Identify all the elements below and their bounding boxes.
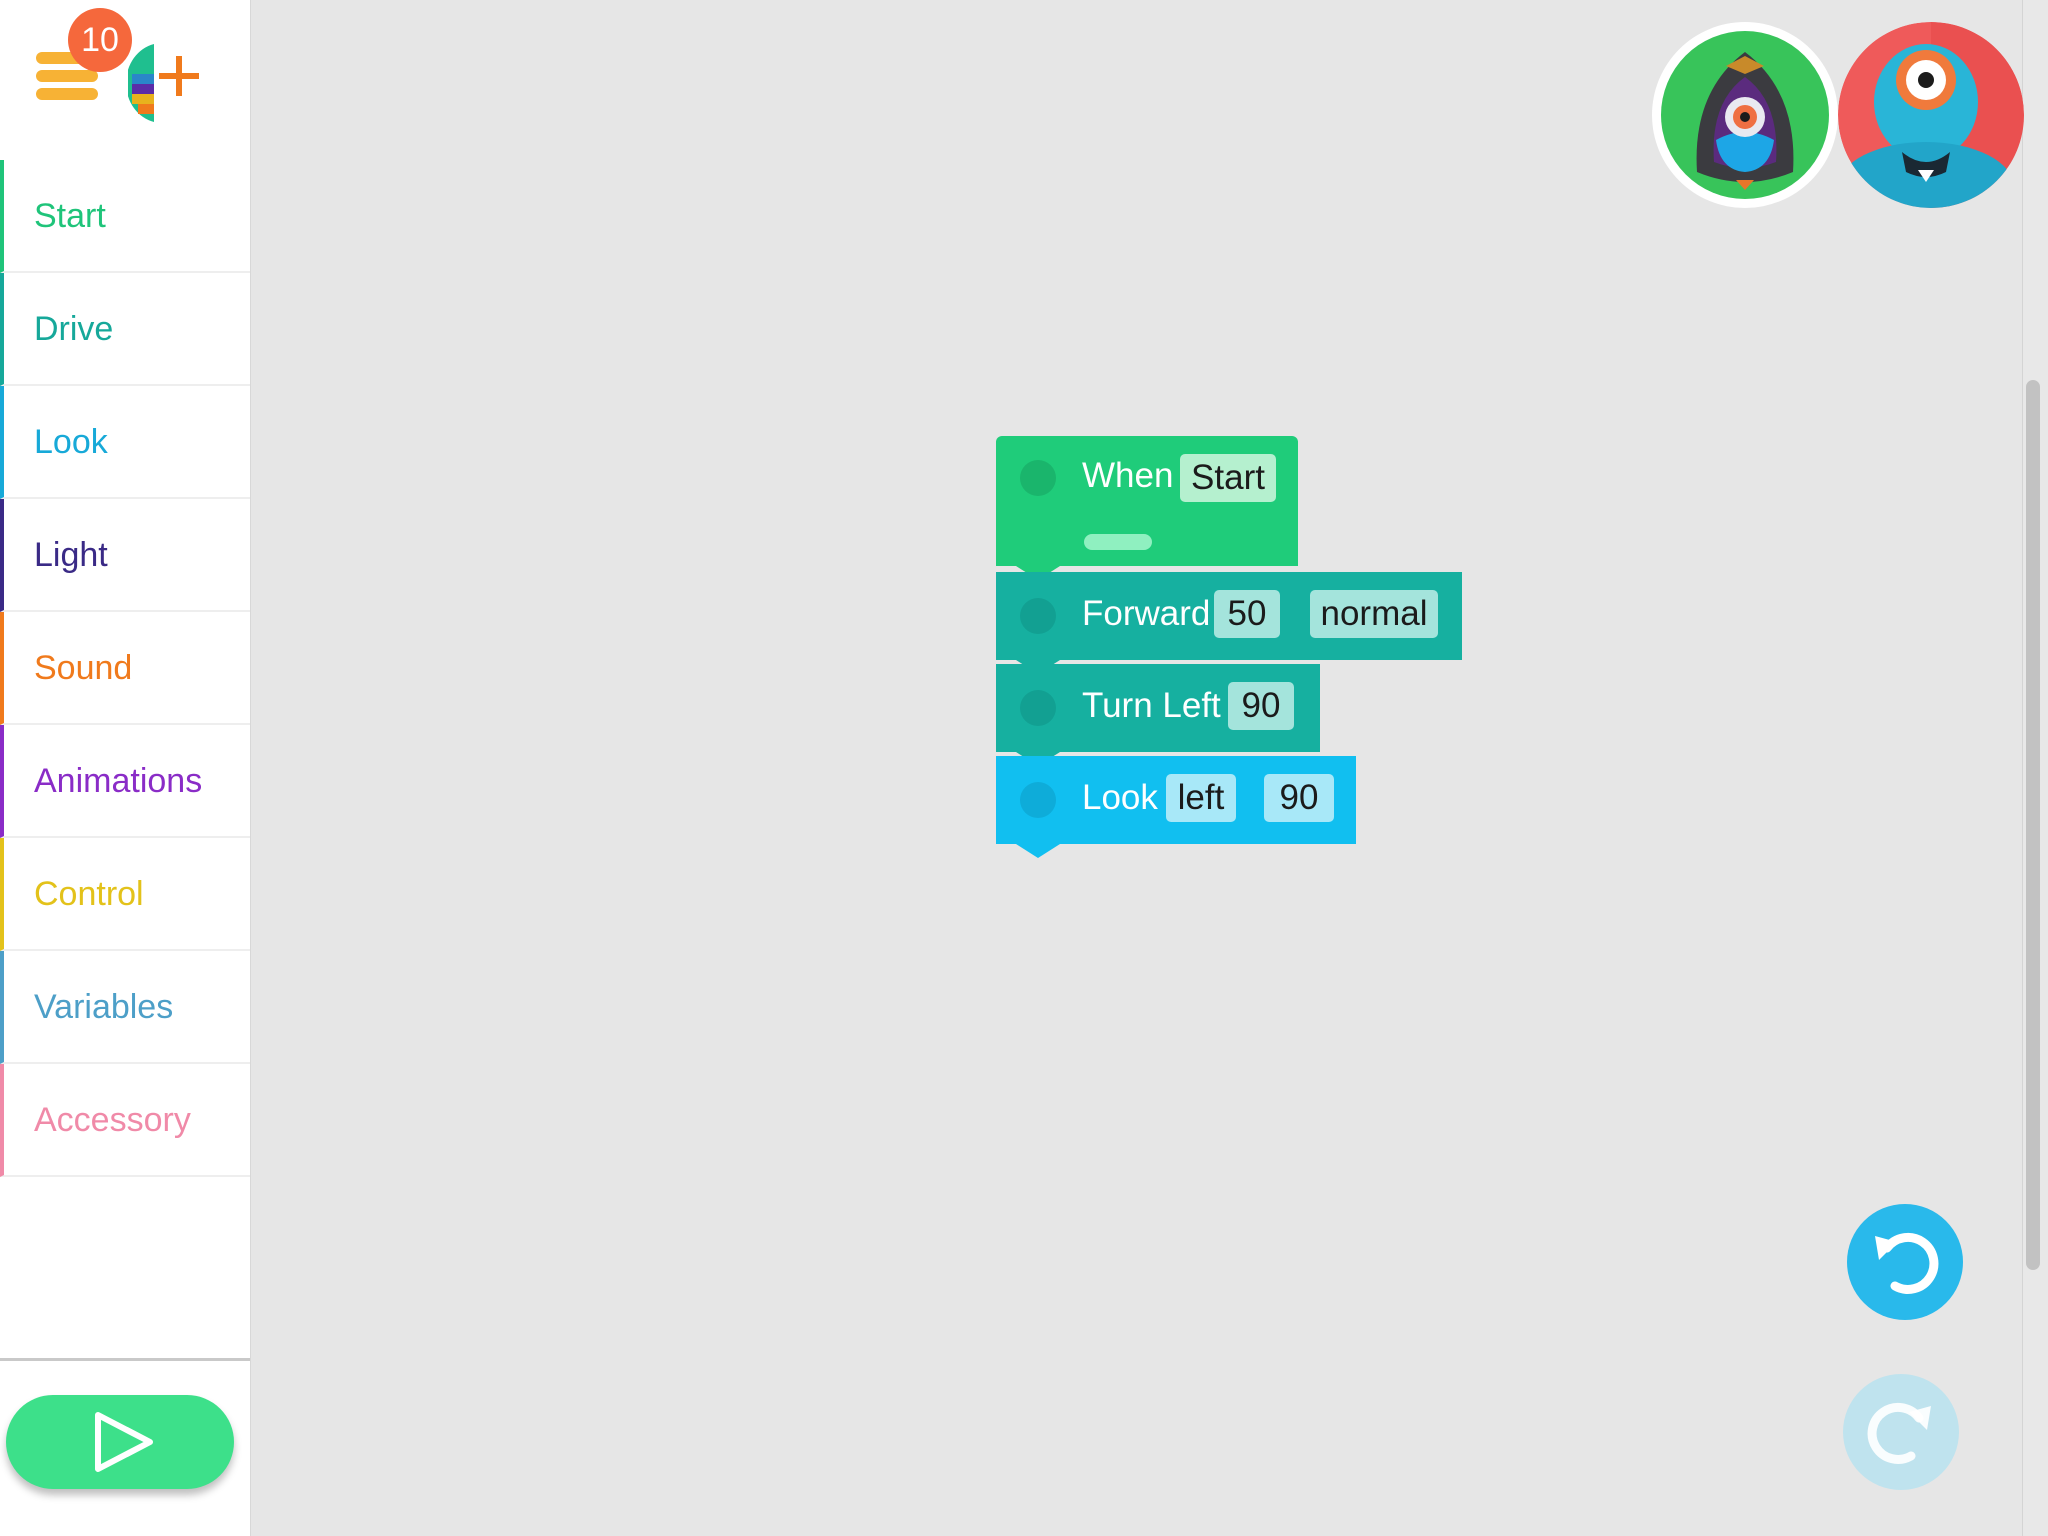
category-label: Drive bbox=[34, 310, 114, 348]
block-connector bbox=[1016, 844, 1060, 858]
forward-speed-param[interactable]: normal bbox=[1310, 590, 1438, 638]
category-label: Sound bbox=[34, 649, 133, 687]
undo-button[interactable] bbox=[1847, 1204, 1963, 1320]
turn-left-block[interactable]: Turn Left 90 bbox=[996, 664, 1320, 752]
redo-icon bbox=[1867, 1402, 1931, 1464]
category-variables[interactable]: Variables bbox=[0, 951, 250, 1064]
block-label: Look bbox=[1082, 778, 1158, 817]
forward-block[interactable]: Forward 50 normal bbox=[996, 572, 1462, 660]
block-drag-handle[interactable] bbox=[1020, 782, 1056, 818]
category-list: Start Drive Look Light Sound Animations … bbox=[0, 160, 250, 1177]
robot-avatar-dash[interactable] bbox=[1838, 22, 2024, 208]
block-slot bbox=[1084, 534, 1152, 550]
block-drag-handle[interactable] bbox=[1020, 690, 1056, 726]
scrollbar-thumb[interactable] bbox=[2026, 380, 2040, 1270]
block-label: Turn Left bbox=[1082, 686, 1221, 725]
undo-icon bbox=[1875, 1232, 1939, 1294]
category-label: Start bbox=[34, 197, 106, 235]
category-animations[interactable]: Animations bbox=[0, 725, 250, 838]
forward-distance-param[interactable]: 50 bbox=[1214, 590, 1280, 638]
block-label: Forward bbox=[1082, 594, 1211, 633]
category-sound[interactable]: Sound bbox=[0, 612, 250, 725]
category-drive[interactable]: Drive bbox=[0, 273, 250, 386]
turn-angle-param[interactable]: 90 bbox=[1228, 682, 1294, 730]
redo-button[interactable] bbox=[1843, 1374, 1959, 1490]
category-label: Light bbox=[34, 536, 108, 574]
category-look[interactable]: Look bbox=[0, 386, 250, 499]
category-label: Animations bbox=[34, 762, 203, 800]
play-button[interactable] bbox=[6, 1395, 234, 1489]
notification-badge: 10 bbox=[68, 8, 132, 72]
when-event-param[interactable]: Start bbox=[1180, 454, 1276, 502]
category-accessory[interactable]: Accessory bbox=[0, 1064, 250, 1177]
look-block[interactable]: Look left 90 bbox=[996, 756, 1356, 844]
category-label: Accessory bbox=[34, 1101, 191, 1139]
block-label: When bbox=[1082, 456, 1174, 495]
play-icon bbox=[95, 1412, 153, 1472]
category-label: Look bbox=[34, 423, 108, 461]
look-angle-param[interactable]: 90 bbox=[1264, 774, 1334, 822]
add-robot-icon[interactable] bbox=[128, 40, 200, 124]
divider bbox=[0, 1358, 250, 1361]
category-sidebar: 10 Start Drive Look Light Sound Animatio… bbox=[0, 0, 251, 1536]
look-direction-param[interactable]: left bbox=[1166, 774, 1236, 822]
robot-avatar-dash-hooded[interactable] bbox=[1652, 22, 1838, 208]
category-label: Control bbox=[34, 875, 144, 913]
top-bar: 10 bbox=[0, 0, 250, 160]
when-start-block[interactable]: When Start bbox=[996, 436, 1298, 566]
category-control[interactable]: Control bbox=[0, 838, 250, 951]
category-start[interactable]: Start bbox=[0, 160, 250, 273]
block-drag-handle[interactable] bbox=[1020, 460, 1056, 496]
block-drag-handle[interactable] bbox=[1020, 598, 1056, 634]
category-label: Variables bbox=[34, 988, 174, 1026]
category-light[interactable]: Light bbox=[0, 499, 250, 612]
